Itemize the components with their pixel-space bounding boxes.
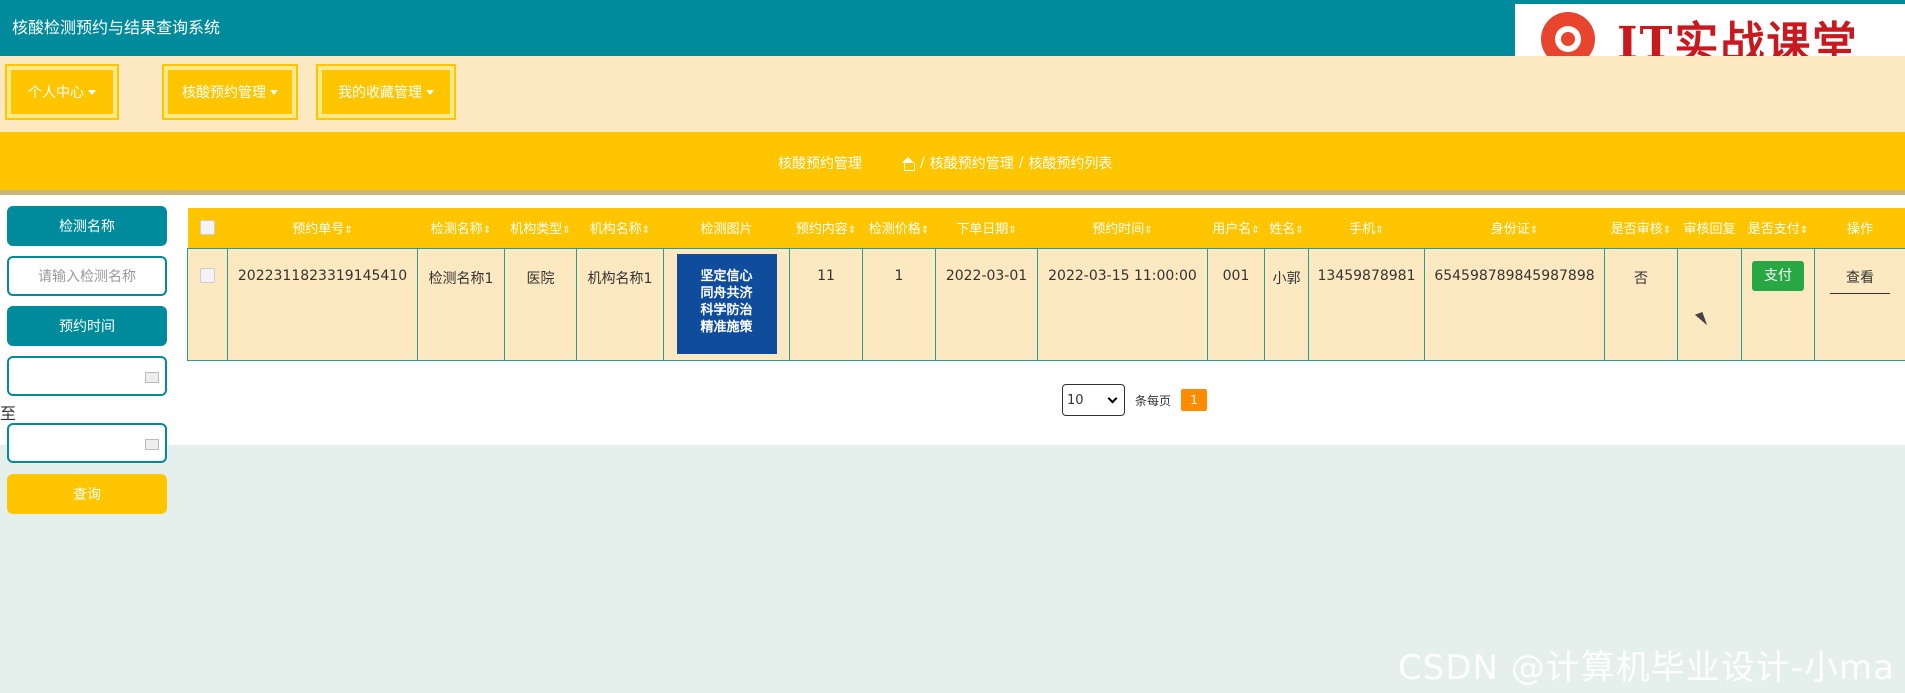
sort-icon[interactable]: ⇕ xyxy=(483,225,491,236)
breadcrumb-item-current: 核酸预约列表 xyxy=(1028,156,1113,172)
sort-icon[interactable]: ⇕ xyxy=(562,225,570,236)
table-row: 2022311823319145410 检测名称1 医院 机构名称1 坚定信心 … xyxy=(187,247,1905,361)
sort-icon[interactable]: ⇕ xyxy=(1144,225,1152,236)
column-header: 审核回复 xyxy=(1677,208,1742,248)
nav-label: 个人中心 xyxy=(28,85,84,101)
caret-down-icon xyxy=(270,89,278,95)
column-header[interactable]: 机构类型⇕ xyxy=(504,208,577,248)
breadcrumb-bar: 核酸预约管理 / 核酸预约管理 / 核酸预约列表 xyxy=(0,132,1905,190)
nav-favorites-management[interactable]: 我的收藏管理 xyxy=(316,64,456,120)
column-header[interactable]: 检测名称⇕ xyxy=(417,208,505,248)
sort-icon[interactable]: ⇕ xyxy=(1295,225,1303,236)
payment-cell: 支付 xyxy=(1741,247,1815,361)
order-number-cell: 2022311823319145410 xyxy=(227,247,418,361)
appointment-time-cell: 2022-03-15 11:00:00 xyxy=(1037,247,1208,361)
column-header[interactable]: 是否审核⇕ xyxy=(1604,208,1678,248)
breadcrumb: / 核酸预约管理 / 核酸预约列表 xyxy=(902,153,1112,173)
sort-icon[interactable]: ⇕ xyxy=(848,225,856,236)
nav-label: 我的收藏管理 xyxy=(338,85,422,101)
nav-personal-center[interactable]: 个人中心 xyxy=(5,64,119,120)
nav-booking-management[interactable]: 核酸预约管理 xyxy=(162,64,298,120)
caret-down-icon xyxy=(426,89,434,95)
calendar-icon[interactable] xyxy=(145,372,159,383)
row-checkbox[interactable] xyxy=(187,247,228,361)
username-cell: 001 xyxy=(1207,247,1265,361)
test-image[interactable]: 坚定信心 同舟共济 科学防治 精准施策 xyxy=(676,253,777,354)
appointment-time-label: 预约时间 xyxy=(7,306,167,346)
content-cell: 11 xyxy=(789,247,863,361)
start-date-input[interactable] xyxy=(7,356,167,396)
booking-table: 预约单号⇕ 检测名称⇕ 机构类型⇕ 机构名称⇕ 检测图片 预约内容⇕ 检测价格⇕… xyxy=(187,208,1905,361)
name-cell: 小郭 xyxy=(1264,247,1309,361)
app-title: 核酸检测预约与结果查询系统 xyxy=(12,18,221,37)
column-header[interactable]: 预约内容⇕ xyxy=(789,208,863,248)
home-icon[interactable] xyxy=(902,156,915,171)
pagination: 10 条每页 1 xyxy=(1062,384,1208,416)
sort-icon[interactable]: ⇕ xyxy=(642,225,650,236)
nav-bar: 个人中心 核酸预约管理 我的收藏管理 xyxy=(0,56,1905,132)
page-size-select[interactable]: 10 xyxy=(1062,384,1125,416)
column-header[interactable]: 手机⇕ xyxy=(1308,208,1425,248)
chevron-down-icon xyxy=(1107,393,1118,403)
order-date-cell: 2022-03-01 xyxy=(935,247,1038,361)
page-number-current[interactable]: 1 xyxy=(1181,389,1208,411)
image-text: 坚定信心 xyxy=(700,268,753,284)
sort-icon[interactable]: ⇕ xyxy=(921,225,929,236)
column-header[interactable]: 预约时间⇕ xyxy=(1037,208,1208,248)
review-reply-cell xyxy=(1677,247,1742,361)
phone-cell: 13459878981 xyxy=(1308,247,1425,361)
test-name-label: 检测名称 xyxy=(7,206,167,246)
column-header[interactable]: 机构名称⇕ xyxy=(576,208,664,248)
breadcrumb-item[interactable]: 核酸预约管理 xyxy=(930,153,1014,173)
sort-icon[interactable]: ⇕ xyxy=(1800,225,1808,236)
column-header: 操作 xyxy=(1814,208,1905,248)
sort-icon[interactable]: ⇕ xyxy=(1008,225,1016,236)
test-name-input[interactable]: 请输入检测名称 xyxy=(7,256,167,296)
column-header[interactable]: 检测价格⇕ xyxy=(862,208,936,248)
sort-icon[interactable]: ⇕ xyxy=(1375,225,1383,236)
org-name-cell: 机构名称1 xyxy=(576,247,664,361)
select-all-checkbox[interactable] xyxy=(187,208,228,248)
nav-label: 核酸预约管理 xyxy=(182,85,266,101)
per-page-label: 条每页 xyxy=(1135,393,1172,408)
image-text: 精准施策 xyxy=(700,319,753,335)
reviewed-cell: 否 xyxy=(1604,247,1678,361)
column-header[interactable]: 下单日期⇕ xyxy=(935,208,1038,248)
calendar-icon[interactable] xyxy=(145,439,159,450)
search-button[interactable]: 查询 xyxy=(7,474,167,514)
page-title: 核酸预约管理 xyxy=(778,156,862,172)
column-header[interactable]: 用户名⇕ xyxy=(1207,208,1265,248)
end-date-input[interactable] xyxy=(7,423,167,463)
actions-cell: 查看 xyxy=(1814,247,1905,361)
sort-icon[interactable]: ⇕ xyxy=(1251,225,1259,236)
image-text: 科学防治 xyxy=(700,302,753,318)
table-header-row: 预约单号⇕ 检测名称⇕ 机构类型⇕ 机构名称⇕ 检测图片 预约内容⇕ 检测价格⇕… xyxy=(187,208,1905,248)
id-card-cell: 654598789845987898 xyxy=(1424,247,1605,361)
image-text: 同舟共济 xyxy=(700,285,753,301)
breadcrumb-separator: / xyxy=(920,155,925,171)
pay-button[interactable]: 支付 xyxy=(1752,260,1804,291)
sort-icon[interactable]: ⇕ xyxy=(344,225,352,236)
column-header[interactable]: 是否支付⇕ xyxy=(1741,208,1815,248)
sort-icon[interactable]: ⇕ xyxy=(1663,225,1671,236)
view-button[interactable]: 查看 xyxy=(1830,262,1890,294)
column-header[interactable]: 预约单号⇕ xyxy=(227,208,418,248)
to-label: 至 xyxy=(0,404,17,423)
caret-down-icon xyxy=(88,89,96,95)
column-header[interactable]: 身份证⇕ xyxy=(1424,208,1605,248)
watermark-text: CSDN @计算机毕业设计-小ma xyxy=(1398,648,1895,688)
test-name-cell: 检测名称1 xyxy=(417,247,505,361)
test-image-cell: 坚定信心 同舟共济 科学防治 精准施策 xyxy=(663,247,790,361)
page-size-value: 10 xyxy=(1067,392,1084,408)
org-type-cell: 医院 xyxy=(504,247,577,361)
breadcrumb-separator: / xyxy=(1018,155,1024,171)
column-header: 检测图片 xyxy=(663,208,790,248)
sort-icon[interactable]: ⇕ xyxy=(1530,225,1538,236)
price-cell: 1 xyxy=(862,247,936,361)
column-header[interactable]: 姓名⇕ xyxy=(1264,208,1309,248)
